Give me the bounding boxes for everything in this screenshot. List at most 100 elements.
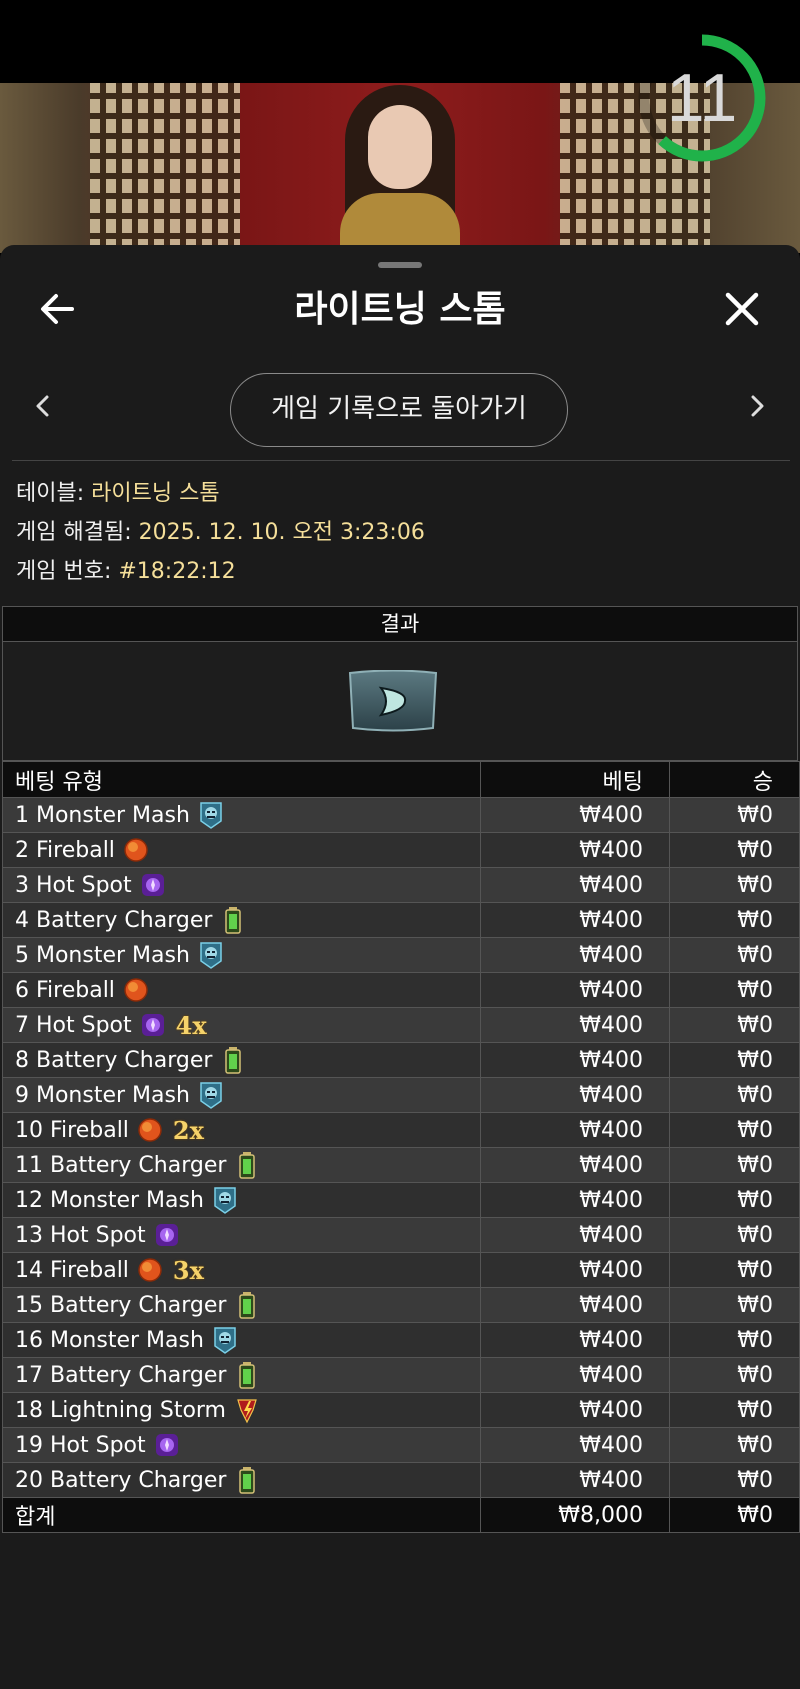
bet-type-cell: 6 Fireball bbox=[2, 972, 481, 1008]
bet-amount: ₩400 bbox=[480, 1252, 670, 1288]
info-game-number-label: 게임 번호: bbox=[16, 559, 112, 584]
bet-type-cell: 12 Monster Mash bbox=[2, 1182, 481, 1218]
table-row: 5 Monster Mash ₩400 ₩0 bbox=[2, 937, 800, 973]
multiplier-badge: 4x bbox=[175, 1010, 207, 1040]
countdown-timer: 11 bbox=[636, 32, 768, 164]
bets-table-section: 결과 베팅 유형 베팅 승 1 Monster Mash ₩400 ₩0 2 F… bbox=[2, 606, 800, 1533]
bet-amount: ₩400 bbox=[480, 1287, 670, 1323]
win-amount: ₩0 bbox=[669, 867, 800, 903]
bet-amount: ₩400 bbox=[480, 797, 670, 833]
battery-charger-icon bbox=[234, 1466, 260, 1494]
hot-spot-icon bbox=[154, 1221, 180, 1249]
bet-amount: ₩400 bbox=[480, 1357, 670, 1393]
previous-game-button[interactable] bbox=[28, 391, 58, 421]
bet-type-cell: 13 Hot Spot bbox=[2, 1217, 481, 1253]
battery-charger-icon bbox=[220, 1046, 246, 1074]
bet-type-label: 4 Battery Charger bbox=[15, 907, 213, 933]
win-amount: ₩0 bbox=[669, 1427, 800, 1463]
bet-amount: ₩400 bbox=[480, 1462, 670, 1498]
bet-type-label: 15 Battery Charger bbox=[15, 1292, 227, 1318]
monster-mash-icon bbox=[198, 941, 224, 969]
bets-table: 베팅 유형 베팅 승 1 Monster Mash ₩400 ₩0 2 Firebal… bbox=[2, 761, 800, 1533]
bet-type-label: 2 Fireball bbox=[15, 837, 115, 863]
close-button[interactable] bbox=[718, 285, 766, 333]
win-amount: ₩0 bbox=[669, 937, 800, 973]
back-button[interactable] bbox=[34, 285, 82, 333]
monster-mash-icon bbox=[212, 1326, 238, 1354]
back-to-history-button[interactable]: 게임 기록으로 돌아가기 bbox=[230, 373, 568, 447]
table-row: 4 Battery Charger ₩400 ₩0 bbox=[2, 902, 800, 938]
bet-type-cell: 5 Monster Mash bbox=[2, 937, 481, 973]
table-row: 8 Battery Charger ₩400 ₩0 bbox=[2, 1042, 800, 1078]
bet-type-cell: 20 Battery Charger bbox=[2, 1462, 481, 1498]
lightning-storm-icon bbox=[234, 1396, 260, 1424]
table-row: 16 Monster Mash ₩400 ₩0 bbox=[2, 1322, 800, 1358]
timer-seconds: 11 bbox=[666, 60, 738, 136]
bet-type-cell: 17 Battery Charger bbox=[2, 1357, 481, 1393]
win-amount: ₩0 bbox=[669, 1322, 800, 1358]
bet-type-cell: 1 Monster Mash bbox=[2, 797, 481, 833]
bet-type-cell: 9 Monster Mash bbox=[2, 1077, 481, 1113]
battery-charger-icon bbox=[220, 906, 246, 934]
bet-amount: ₩400 bbox=[480, 1077, 670, 1113]
bet-rows: 1 Monster Mash ₩400 ₩0 2 Fireball ₩400 ₩0 3 Ho… bbox=[2, 797, 800, 1498]
bet-type-label: 20 Battery Charger bbox=[15, 1467, 227, 1493]
table-row: 2 Fireball ₩400 ₩0 bbox=[2, 832, 800, 868]
bet-amount: ₩400 bbox=[480, 1322, 670, 1358]
bet-type-cell: 19 Hot Spot bbox=[2, 1427, 481, 1463]
win-amount: ₩0 bbox=[669, 1392, 800, 1428]
table-row: 6 Fireball ₩400 ₩0 bbox=[2, 972, 800, 1008]
win-amount: ₩0 bbox=[669, 1147, 800, 1183]
drag-handle[interactable] bbox=[378, 262, 422, 268]
column-header-win: 승 bbox=[669, 761, 800, 798]
monster-mash-icon bbox=[198, 801, 224, 829]
info-table: 테이블: 라이트닝 스톰 bbox=[16, 479, 220, 509]
win-amount: ₩0 bbox=[669, 1252, 800, 1288]
win-amount: ₩0 bbox=[669, 1217, 800, 1253]
bet-type-label: 19 Hot Spot bbox=[15, 1432, 146, 1458]
info-game-number-value: #18:22:12 bbox=[118, 559, 236, 584]
bet-type-cell: 14 Fireball 3x bbox=[2, 1252, 481, 1288]
table-row: 1 Monster Mash ₩400 ₩0 bbox=[2, 797, 800, 833]
column-header-type: 베팅 유형 bbox=[2, 761, 481, 798]
hot-spot-icon bbox=[140, 1011, 166, 1039]
info-table-value: 라이트닝 스톰 bbox=[91, 481, 220, 506]
table-header-row: 베팅 유형 베팅 승 bbox=[2, 761, 800, 798]
hot-spot-icon bbox=[140, 871, 166, 899]
result-box bbox=[2, 642, 798, 761]
game-detail-panel: 라이트닝 스톰 게임 기록으로 돌아가기 테이블: 라이트닝 스톰 게임 해결됨… bbox=[0, 245, 800, 1689]
table-row: 20 Battery Charger ₩400 ₩0 bbox=[2, 1462, 800, 1498]
bet-type-label: 12 Monster Mash bbox=[15, 1187, 204, 1213]
bet-type-cell: 18 Lightning Storm bbox=[2, 1392, 481, 1428]
bet-type-label: 5 Monster Mash bbox=[15, 942, 190, 968]
win-amount: ₩0 bbox=[669, 1182, 800, 1218]
column-header-bet: 베팅 bbox=[480, 761, 670, 798]
hot-spot-icon bbox=[154, 1431, 180, 1459]
fireball-icon bbox=[123, 836, 149, 864]
battery-charger-icon bbox=[234, 1361, 260, 1389]
table-row: 9 Monster Mash ₩400 ₩0 bbox=[2, 1077, 800, 1113]
info-table-label: 테이블: bbox=[16, 481, 85, 506]
multiplier-badge: 2x bbox=[172, 1115, 204, 1145]
bet-type-label: 9 Monster Mash bbox=[15, 1082, 190, 1108]
bet-type-label: 18 Lightning Storm bbox=[15, 1397, 226, 1423]
total-label: 합계 bbox=[2, 1497, 481, 1533]
divider bbox=[12, 460, 790, 461]
segment-result-icon bbox=[348, 670, 438, 732]
win-amount: ₩0 bbox=[669, 1462, 800, 1498]
win-amount: ₩0 bbox=[669, 1077, 800, 1113]
decor-lattice-left bbox=[90, 83, 240, 253]
win-amount: ₩0 bbox=[669, 1042, 800, 1078]
bet-amount: ₩400 bbox=[480, 867, 670, 903]
bet-type-cell: 15 Battery Charger bbox=[2, 1287, 481, 1323]
bet-type-cell: 7 Hot Spot 4x bbox=[2, 1007, 481, 1043]
bet-type-cell: 16 Monster Mash bbox=[2, 1322, 481, 1358]
bet-amount: ₩400 bbox=[480, 1147, 670, 1183]
next-game-button[interactable] bbox=[742, 391, 772, 421]
win-amount: ₩0 bbox=[669, 1007, 800, 1043]
info-resolved: 게임 해결됨: 2025. 12. 10. 오전 3:23:06 bbox=[16, 518, 425, 548]
table-row: 15 Battery Charger ₩400 ₩0 bbox=[2, 1287, 800, 1323]
bet-amount: ₩400 bbox=[480, 1182, 670, 1218]
table-row: 13 Hot Spot ₩400 ₩0 bbox=[2, 1217, 800, 1253]
chevron-right-icon bbox=[751, 395, 764, 417]
